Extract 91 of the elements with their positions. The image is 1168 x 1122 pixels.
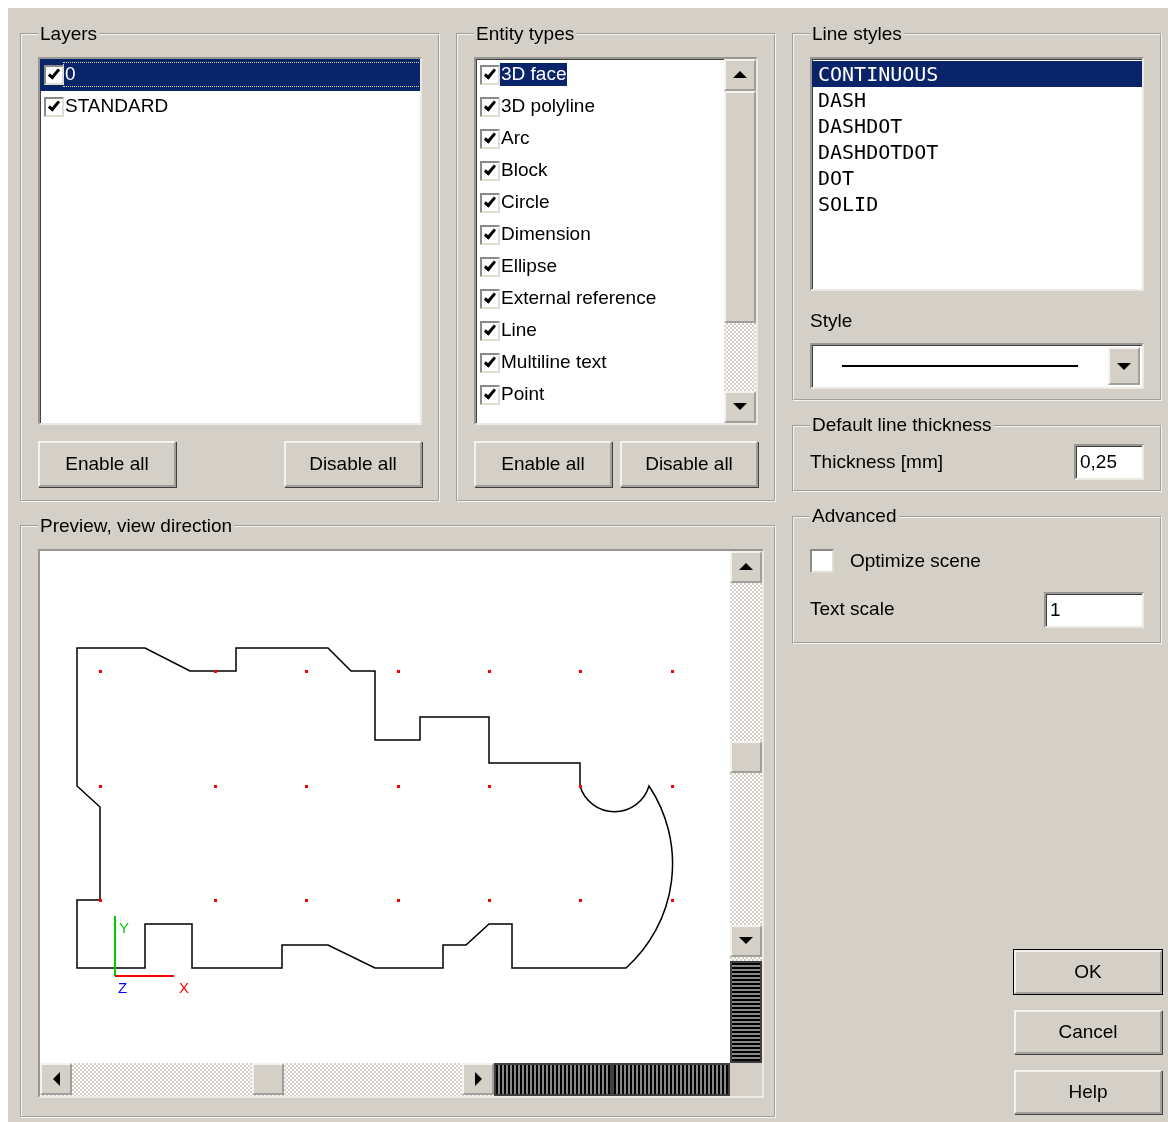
group-title: Layers: [39, 24, 99, 45]
list-item[interactable]: DASHDOTDOT: [812, 138, 1142, 165]
button[interactable]: Help: [1014, 1070, 1162, 1114]
checkbox[interactable]: [480, 128, 500, 149]
group-title: Advanced: [811, 506, 898, 528]
list-item[interactable]: Line: [476, 314, 724, 347]
list-item[interactable]: Arc: [476, 122, 724, 155]
scrollbar-thumb[interactable]: [252, 1062, 284, 1095]
axis-label: Y: [119, 918, 129, 936]
list-item[interactable]: Point: [476, 378, 724, 411]
checkbox[interactable]: [480, 64, 500, 85]
item-label: Ellipse: [500, 255, 558, 279]
resize-grip[interactable]: [494, 1062, 612, 1096]
group-title: Default line thickness: [811, 415, 993, 437]
field-label: Text scale: [810, 597, 895, 622]
checkbox[interactable]: [480, 192, 500, 213]
item-label: Multiline text: [500, 351, 608, 375]
list-item[interactable]: Circle: [476, 186, 724, 219]
list-item[interactable]: Dimension: [476, 218, 724, 251]
thickness-field[interactable]: 0,25: [1074, 444, 1144, 481]
line-sample-icon: [842, 365, 1078, 368]
axis-label: Z: [118, 978, 128, 996]
item-label: Circle: [500, 191, 551, 215]
group-title: Entity types: [475, 24, 576, 45]
down-arrow-icon: [1117, 362, 1131, 370]
list-item[interactable]: 3D polyline: [476, 90, 724, 123]
text-scale-field[interactable]: 1: [1044, 591, 1144, 628]
item-label: Block: [500, 159, 549, 183]
button[interactable]: Disable all: [620, 440, 758, 487]
scroll-down-button[interactable]: [724, 390, 756, 423]
checkbox[interactable]: [810, 549, 834, 574]
down-arrow-icon: [739, 937, 753, 945]
checkbox-label: Optimize scene: [850, 549, 981, 574]
list-item[interactable]: SOLID: [812, 190, 1142, 217]
resize-grip[interactable]: [730, 960, 762, 1063]
item-label: External reference: [500, 287, 658, 311]
group-title: Line styles: [811, 24, 903, 45]
list-item[interactable]: 0: [40, 58, 420, 91]
checkbox[interactable]: [480, 256, 500, 277]
list-item[interactable]: External reference: [476, 282, 724, 315]
list-item[interactable]: DASHDOT: [812, 112, 1142, 139]
list-item[interactable]: 3D face: [476, 58, 724, 91]
button[interactable]: Enable all: [38, 440, 176, 487]
resize-grip[interactable]: [612, 1062, 730, 1096]
up-arrow-icon: [739, 563, 753, 571]
item-label: 3D polyline: [500, 95, 596, 119]
axis-label: X: [179, 978, 189, 996]
button[interactable]: Enable all: [474, 440, 612, 487]
item-label: Dimension: [500, 223, 592, 247]
dropdown-button[interactable]: [1108, 347, 1140, 386]
list-item[interactable]: Block: [476, 154, 724, 187]
checkbox[interactable]: [480, 224, 500, 245]
group-title: Preview, view direction: [39, 516, 234, 537]
scroll-up-button[interactable]: [724, 58, 756, 91]
scroll-up-button[interactable]: [730, 550, 762, 583]
scroll-left-button[interactable]: [40, 1062, 72, 1095]
field-label: Style: [810, 308, 854, 333]
item-label: STANDARD: [64, 95, 170, 119]
checkbox[interactable]: [480, 320, 500, 341]
list-item[interactable]: Multiline text: [476, 346, 724, 379]
list-item[interactable]: CONTINUOUS: [812, 60, 1142, 87]
checkbox[interactable]: [480, 384, 500, 405]
right-arrow-icon: [474, 1071, 482, 1086]
down-arrow-icon: [733, 403, 747, 411]
list-item[interactable]: DOT: [812, 164, 1142, 191]
axis-gizmo: [114, 914, 175, 977]
style-dropdown[interactable]: [810, 343, 1144, 390]
item-label: Line: [500, 319, 538, 343]
checkbox[interactable]: [480, 352, 500, 373]
button[interactable]: OK: [1014, 950, 1162, 994]
button[interactable]: Cancel: [1014, 1010, 1162, 1054]
preview-canvas[interactable]: Y Z X: [40, 550, 730, 1063]
scroll-right-button[interactable]: [462, 1062, 494, 1095]
checkbox[interactable]: [480, 288, 500, 309]
button[interactable]: Disable all: [284, 440, 422, 487]
checkbox[interactable]: [480, 160, 500, 181]
list-item[interactable]: DASH: [812, 86, 1142, 113]
scrollbar-thumb[interactable]: [724, 90, 756, 323]
checkbox[interactable]: [480, 96, 500, 117]
field-label: Thickness [mm]: [810, 450, 944, 475]
item-label: 3D face: [500, 63, 568, 87]
list-item[interactable]: STANDARD: [40, 90, 420, 123]
list-item[interactable]: Ellipse: [476, 250, 724, 283]
checkbox[interactable]: [44, 64, 64, 85]
checkbox[interactable]: [44, 96, 64, 117]
item-label: Arc: [500, 127, 531, 151]
scroll-down-button[interactable]: [730, 924, 762, 957]
left-arrow-icon: [52, 1071, 60, 1086]
scrollbar-thumb[interactable]: [730, 740, 762, 773]
up-arrow-icon: [733, 71, 747, 79]
item-label: Point: [500, 383, 546, 407]
